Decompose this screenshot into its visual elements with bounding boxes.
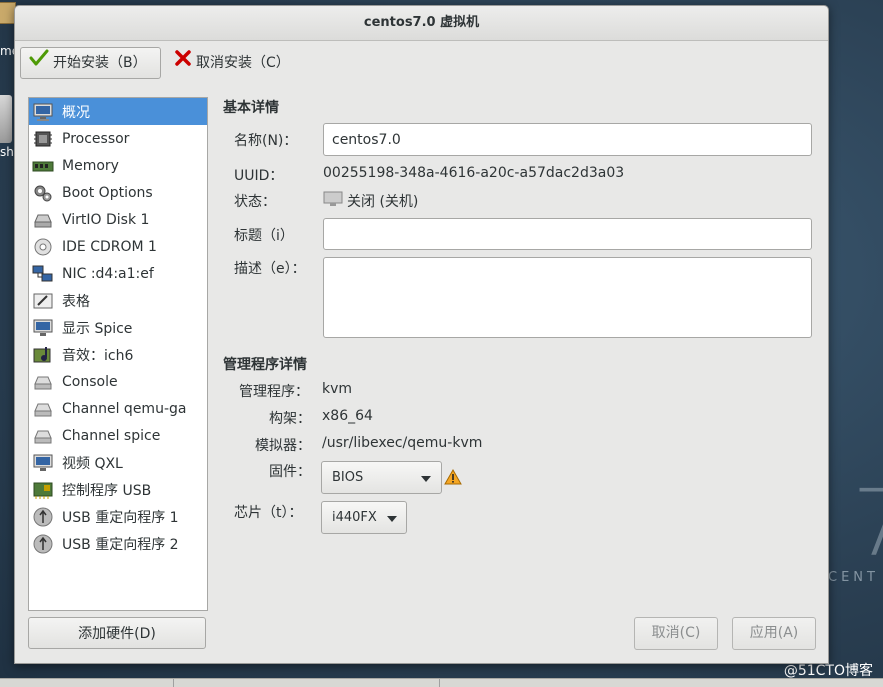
hypervisor-details-heading: 管理程序详情: [223, 357, 307, 373]
sidebar-item-overview[interactable]: 概况: [29, 98, 207, 125]
basic-details-heading: 基本详情: [223, 100, 279, 116]
controller-card-icon: [32, 480, 54, 500]
sidebar-item-video-qxl[interactable]: 视频 QXL: [29, 449, 207, 476]
description-label: 描述（e）：: [234, 261, 306, 277]
name-label: 名称(N)：: [234, 133, 298, 149]
sidebar-item-usb-redirect-1[interactable]: USB 重定向程序 1: [29, 503, 207, 530]
memory-icon: [32, 156, 54, 176]
sidebar-item-usb-controller[interactable]: 控制程序 USB: [29, 476, 207, 503]
start-install-button[interactable]: 开始安装（B）: [20, 47, 161, 79]
sidebar-item-label: 控制程序 USB: [62, 482, 152, 499]
overview-monitor-icon: [32, 102, 54, 122]
status-value: 关闭 (关机): [323, 191, 418, 211]
add-hardware-button[interactable]: 添加硬件(D): [28, 617, 206, 649]
sidebar-item-sound[interactable]: 音效：ich6: [29, 341, 207, 368]
sidebar-item-label: USB 重定向程序 1: [62, 509, 179, 526]
sidebar-item-virtio-disk[interactable]: VirtIO Disk 1: [29, 206, 207, 233]
architecture-value: x86_64: [322, 408, 373, 424]
cancel-button[interactable]: 取消(C): [634, 617, 718, 650]
sound-card-icon: [32, 345, 54, 365]
tablet-icon: [32, 291, 54, 311]
network-icon: [32, 264, 54, 284]
desktop-label-trash: sh: [0, 145, 14, 159]
sidebar-item-label: Memory: [62, 157, 119, 174]
hypervisor-value: kvm: [322, 381, 353, 397]
sidebar-item-tablet[interactable]: 表格: [29, 287, 207, 314]
sidebar-item-label: Boot Options: [62, 184, 153, 201]
status-label: 状态：: [234, 194, 276, 210]
start-install-label: 开始安装（B）: [53, 55, 147, 71]
usb-redirect-icon: [32, 534, 54, 554]
warning-icon: [444, 468, 462, 489]
window-title[interactable]: centos7.0 虚拟机: [15, 6, 828, 41]
usb-redirect-icon: [32, 507, 54, 527]
sidebar-item-console[interactable]: Console: [29, 368, 207, 395]
sidebar-item-processor[interactable]: Processor: [29, 125, 207, 152]
cdrom-icon: [32, 237, 54, 257]
sidebar-item-label: 音效：ich6: [62, 347, 134, 364]
cancel-install-label: 取消安装（C）: [196, 55, 290, 71]
emulator-label: 模拟器：: [255, 438, 311, 454]
sidebar-item-label: Channel qemu-ga: [62, 400, 187, 417]
wallpaper-number: 7: [852, 470, 883, 577]
sidebar-item-display-spice[interactable]: 显示 Spice: [29, 314, 207, 341]
disk-icon: [32, 210, 54, 230]
sidebar-item-label: 概况: [62, 104, 90, 121]
hypervisor-label: 管理程序：: [239, 384, 309, 400]
sidebar-item-label: Channel spice: [62, 427, 161, 444]
sidebar-item-boot-options[interactable]: Boot Options: [29, 179, 207, 206]
sidebar-item-label: USB 重定向程序 2: [62, 536, 179, 553]
uuid-value: 00255198-348a-4616-a20c-a57dac2d3a03: [323, 165, 625, 181]
channel-icon: [32, 426, 54, 446]
title-label: 标题（i）: [234, 228, 294, 244]
sidebar-item-label: Console: [62, 373, 118, 390]
firmware-value: BIOS: [332, 470, 364, 485]
channel-icon: [32, 399, 54, 419]
cancel-install-button[interactable]: 取消安装（C）: [166, 47, 306, 79]
trash-icon[interactable]: [0, 95, 12, 143]
sidebar-item-nic[interactable]: NIC :d4:a1:ef: [29, 260, 207, 287]
chipset-value: i440FX: [332, 510, 377, 525]
sidebar-item-channel-qemu-ga[interactable]: Channel qemu-ga: [29, 395, 207, 422]
architecture-label: 构架：: [269, 411, 311, 427]
chevron-down-icon: [421, 475, 431, 482]
title-field[interactable]: [323, 218, 812, 250]
sidebar-item-label: 视频 QXL: [62, 455, 123, 472]
sidebar-item-ide-cdrom[interactable]: IDE CDROM 1: [29, 233, 207, 260]
firmware-label: 固件：: [269, 464, 311, 480]
sidebar-item-label: IDE CDROM 1: [62, 238, 157, 255]
hardware-list[interactable]: 概况 Processor Memory Boot Options VirtIO …: [28, 97, 208, 611]
sidebar-item-channel-spice[interactable]: Channel spice: [29, 422, 207, 449]
processor-icon: [32, 129, 54, 149]
vm-details-window: centos7.0 虚拟机 开始安装（B） 取消安装（C） 概况 Process…: [14, 5, 829, 664]
shutoff-monitor-icon: [323, 191, 343, 211]
sidebar-item-label: 表格: [62, 293, 90, 310]
checkmark-icon: [29, 47, 49, 79]
sidebar-item-usb-redirect-2[interactable]: USB 重定向程序 2: [29, 530, 207, 557]
emulator-value: /usr/libexec/qemu-kvm: [322, 435, 483, 451]
wallpaper-word: CENT: [828, 570, 879, 585]
sidebar-item-memory[interactable]: Memory: [29, 152, 207, 179]
apply-button[interactable]: 应用(A): [732, 617, 816, 650]
sidebar-item-label: NIC :d4:a1:ef: [62, 265, 154, 282]
chevron-down-icon: [387, 515, 397, 522]
sidebar-item-label: 显示 Spice: [62, 320, 133, 337]
status-text: 关闭 (关机): [347, 194, 419, 210]
sidebar-item-label: VirtIO Disk 1: [62, 211, 150, 228]
display-icon: [32, 318, 54, 338]
chipset-label: 芯片（t）：: [234, 505, 303, 521]
sidebar-item-label: Processor: [62, 130, 130, 147]
chipset-select[interactable]: i440FX: [321, 501, 407, 534]
description-field[interactable]: [323, 257, 812, 338]
firmware-select[interactable]: BIOS: [321, 461, 442, 494]
name-field[interactable]: [323, 123, 812, 156]
serial-console-icon: [32, 372, 54, 392]
red-x-icon: [174, 47, 192, 79]
boot-options-gear-icon: [32, 183, 54, 203]
video-monitor-icon: [32, 453, 54, 473]
uuid-label: UUID：: [234, 168, 284, 184]
